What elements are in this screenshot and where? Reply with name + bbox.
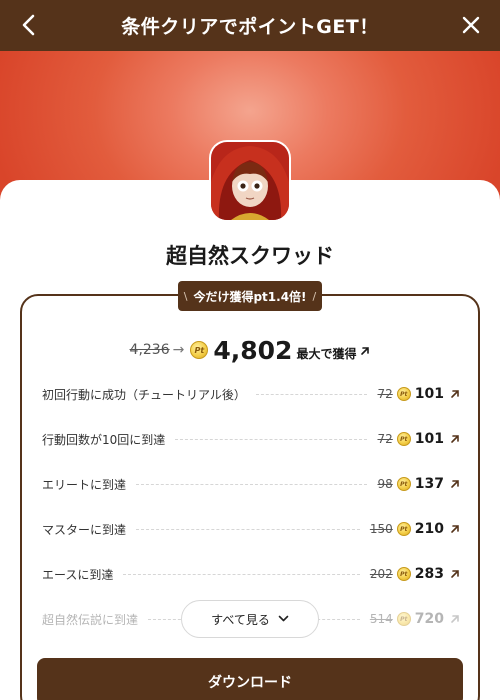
promo-slash-right: / — [312, 289, 317, 303]
task-new-points: 720 — [414, 611, 444, 627]
external-arrow-icon — [451, 615, 459, 623]
external-arrow-icon — [451, 570, 459, 578]
external-arrow-icon — [451, 480, 459, 488]
close-button[interactable] — [456, 10, 486, 40]
task-label: 超自然伝説に到達 — [42, 612, 139, 627]
dotted-leader — [136, 483, 368, 485]
chevron-left-icon — [22, 14, 35, 36]
page-title: 条件クリアでポイントGET！ — [121, 16, 379, 38]
header-bar: 条件クリアでポイントGET！ — [0, 0, 500, 51]
task-label: エースに到達 — [42, 567, 114, 582]
task-old-points: 150 — [369, 522, 393, 536]
task-old-points: 98 — [377, 477, 393, 491]
arrow-right-icon: → — [172, 342, 185, 358]
task-new-points: 283 — [414, 566, 444, 582]
download-button[interactable]: ダウンロード — [37, 658, 463, 700]
total-new-points: 4,802 — [213, 335, 293, 365]
task-label: エリートに到達 — [42, 477, 127, 492]
task-old-points: 202 — [369, 567, 393, 581]
pt-coin-icon: Pt — [396, 522, 411, 536]
pt-coin-icon: Pt — [190, 341, 209, 359]
task-old-points: 72 — [377, 432, 393, 446]
external-arrow-icon — [361, 347, 370, 355]
dotted-leader — [136, 528, 360, 530]
dotted-leader — [255, 393, 368, 395]
see-all-label: すべて見る — [211, 612, 270, 627]
task-row[interactable]: エースに到達 202 Pt 283 — [42, 562, 460, 586]
external-arrow-icon — [451, 435, 459, 443]
task-new-points: 210 — [414, 521, 444, 537]
pt-coin-icon: Pt — [396, 432, 411, 446]
external-arrow-icon — [451, 390, 459, 398]
pt-coin-icon: Pt — [396, 567, 411, 581]
task-row[interactable]: エリートに到達 98 Pt 137 — [42, 472, 460, 496]
task-new-points: 101 — [414, 431, 444, 447]
task-label: 初回行動に成功（チュートリアル後） — [42, 387, 246, 402]
task-new-points: 101 — [414, 386, 444, 402]
task-row[interactable]: 行動回数が10回に到達 72 Pt 101 — [42, 427, 460, 451]
task-row[interactable]: マスターに到達 150 Pt 210 — [42, 517, 460, 541]
dotted-leader — [123, 573, 360, 575]
promo-label: 今だけ獲得pt1.4倍! — [193, 289, 307, 304]
task-row[interactable]: 初回行動に成功（チュートリアル後） 72 Pt 101 — [42, 382, 460, 406]
chevron-down-icon — [278, 615, 289, 622]
pt-coin-icon: Pt — [396, 477, 411, 491]
task-new-points: 137 — [414, 476, 444, 492]
back-button[interactable] — [14, 10, 44, 40]
dotted-leader — [175, 438, 368, 440]
external-arrow-icon — [451, 525, 459, 533]
app-icon — [209, 140, 291, 222]
total-suffix: 最大で獲得 — [296, 347, 357, 361]
total-old-points: 4,236 — [129, 342, 170, 358]
app-name: 超自然スクワッド — [166, 244, 334, 268]
close-icon — [462, 16, 480, 34]
task-label: マスターに到達 — [42, 522, 127, 537]
task-label: 行動回数が10回に到達 — [42, 432, 166, 447]
promo-badge: \ 今だけ獲得pt1.4倍! / — [178, 281, 322, 311]
pt-coin-icon: Pt — [396, 612, 411, 626]
see-all-button[interactable]: すべて見る — [181, 600, 319, 638]
pt-coin-icon: Pt — [396, 387, 411, 401]
task-old-points: 72 — [377, 387, 393, 401]
total-points-row: 4,236 → Pt 4,802 最大で獲得 — [0, 334, 500, 366]
task-old-points: 514 — [369, 612, 393, 626]
promo-slash-left: \ — [183, 289, 188, 303]
